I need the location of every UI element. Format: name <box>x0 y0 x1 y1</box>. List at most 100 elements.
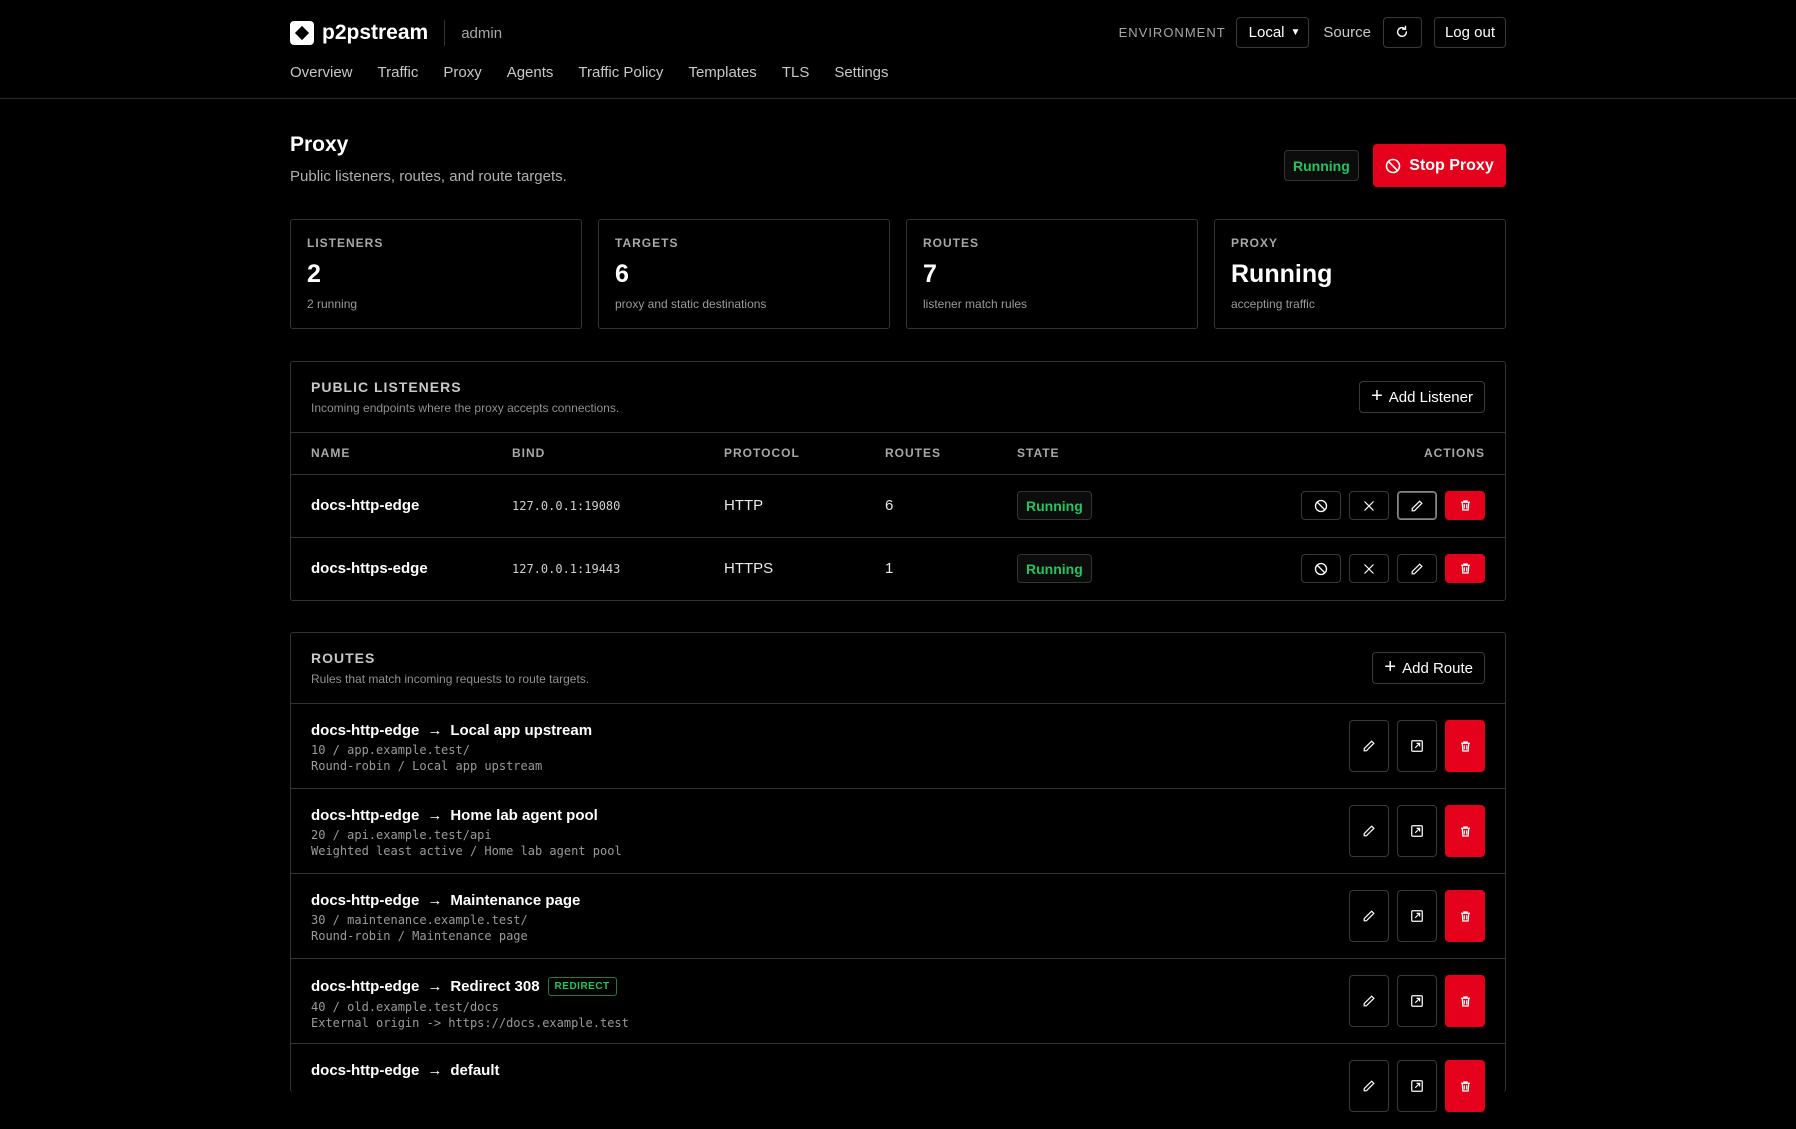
nav-templates[interactable]: Templates <box>688 64 756 81</box>
divider <box>444 20 446 46</box>
nav-agents[interactable]: Agents <box>507 64 554 81</box>
add-route-button[interactable]: + Add Route <box>1372 652 1485 684</box>
delete-listener-button[interactable] <box>1445 554 1485 584</box>
delete-listener-button[interactable] <box>1445 491 1485 520</box>
stat-value: Running <box>1231 260 1333 288</box>
status-badge: Running <box>1017 554 1092 584</box>
listener-routes: 1 <box>885 560 894 578</box>
table-row: docs-http-edge 127.0.0.1:19080 HTTP 6 Ru… <box>291 474 1505 538</box>
nav-traffic-policy[interactable]: Traffic Policy <box>578 64 663 81</box>
nav-settings[interactable]: Settings <box>834 64 888 81</box>
add-listener-label: Add Listener <box>1388 388 1473 406</box>
route-actions <box>1349 975 1485 1027</box>
stop-icon <box>1385 158 1401 173</box>
delete-route-button[interactable] <box>1445 890 1485 942</box>
edit-listener-button[interactable] <box>1397 491 1437 520</box>
edit-route-button[interactable] <box>1349 975 1389 1027</box>
brand-name: p2pstream <box>322 21 429 44</box>
stat-cards: LISTENERS 2 2 running TARGETS 6 proxy an… <box>290 219 1506 329</box>
stop-proxy-button[interactable]: Stop Proxy <box>1373 144 1506 187</box>
route-actions <box>1349 805 1485 857</box>
stop-listener-button[interactable] <box>1349 491 1389 520</box>
open-route-button[interactable] <box>1397 890 1437 942</box>
listener-name: docs-https-edge <box>311 560 428 578</box>
route-match: 10 / app.example.test/ <box>311 743 470 757</box>
pencil-icon <box>1363 825 1375 837</box>
column-header-routes[interactable]: ROUTES <box>885 433 1017 475</box>
stat-sub: proxy and static destinations <box>615 297 767 311</box>
stat-sub: accepting traffic <box>1231 297 1315 311</box>
route-strategy: Round-robin / Local app upstream <box>311 759 543 773</box>
edit-route-button[interactable] <box>1349 1060 1389 1112</box>
edit-route-button[interactable] <box>1349 805 1389 857</box>
logout-button[interactable]: Log out <box>1433 16 1506 48</box>
open-route-button[interactable] <box>1397 975 1437 1027</box>
nav-tls[interactable]: TLS <box>782 64 810 81</box>
route-match: 20 / api.example.test/api <box>311 828 492 842</box>
stop-proxy-label: Stop Proxy <box>1409 156 1494 174</box>
stat-value: 2 <box>307 260 321 288</box>
status-badge: Running <box>1017 491 1092 520</box>
stat-label: TARGETS <box>615 236 679 250</box>
route-title: docs-http-edge → Home lab agent pool <box>311 807 1485 824</box>
delete-route-button[interactable] <box>1445 805 1485 857</box>
stat-card-proxy: PROXY Running accepting traffic <box>1214 219 1506 329</box>
column-header-state[interactable]: STATE <box>1017 433 1217 475</box>
list-item[interactable]: docs-http-edge → Home lab agent pool 20 / … <box>291 789 1505 874</box>
stat-card-targets: TARGETS 6 proxy and static destinations <box>598 219 890 329</box>
add-listener-button[interactable]: + Add Listener <box>1359 381 1485 413</box>
nav-overview[interactable]: Overview <box>290 64 353 81</box>
top-bar: p2pstream admin ENVIRONMENT Local ▼ Sour… <box>0 0 1796 99</box>
listeners-panel: PUBLIC LISTENERS Incoming endpoints wher… <box>290 361 1506 601</box>
edit-route-button[interactable] <box>1349 890 1389 942</box>
refresh-button[interactable] <box>1382 16 1422 48</box>
column-header-name[interactable]: NAME <box>291 433 512 475</box>
disable-listener-button[interactable] <box>1301 554 1341 584</box>
delete-route-button[interactable] <box>1445 720 1485 772</box>
table-row: docs-https-edge 127.0.0.1:19443 HTTPS 1 … <box>291 537 1505 600</box>
column-header-bind[interactable]: BIND <box>512 433 724 475</box>
refresh-icon <box>1397 25 1408 38</box>
route-actions <box>1349 1060 1485 1112</box>
route-type-badge: REDIRECT <box>547 977 617 996</box>
column-header-actions: ACTIONS <box>1217 433 1505 475</box>
nav-traffic[interactable]: Traffic <box>378 64 419 81</box>
delete-route-button[interactable] <box>1445 1060 1485 1112</box>
route-target: default <box>450 1062 500 1079</box>
stat-label: ROUTES <box>923 236 980 250</box>
edit-listener-button[interactable] <box>1397 554 1437 584</box>
list-item[interactable]: docs-http-edge → default <box>291 1044 1505 1129</box>
ban-icon <box>1314 499 1328 512</box>
trash-icon <box>1460 500 1470 511</box>
stat-label: LISTENERS <box>307 236 384 250</box>
list-item[interactable]: docs-http-edge → Local app upstream 10 / a… <box>291 704 1505 789</box>
brand[interactable]: p2pstream admin <box>290 20 502 46</box>
open-route-button[interactable] <box>1397 1060 1437 1112</box>
trash-icon <box>1460 995 1470 1007</box>
environment-select[interactable]: Local ▼ <box>1235 16 1310 48</box>
route-arrow: → <box>427 1062 443 1079</box>
edit-route-button[interactable] <box>1349 720 1389 772</box>
list-item[interactable]: docs-http-edge → Maintenance page 30 / mai… <box>291 874 1505 959</box>
open-route-button[interactable] <box>1397 720 1437 772</box>
external-link-icon <box>1411 995 1423 1007</box>
chevron-down-icon: ▼ <box>1290 26 1301 38</box>
listener-actions <box>1217 537 1505 600</box>
column-header-protocol[interactable]: PROTOCOL <box>724 433 885 475</box>
page-title: Proxy <box>290 133 349 156</box>
route-title: docs-http-edge → Local app upstream <box>311 722 1485 739</box>
route-arrow: → <box>427 892 443 909</box>
route-target: Maintenance page <box>450 892 581 909</box>
list-item[interactable]: docs-http-edge → Redirect 308 REDIRECT 40 … <box>291 959 1505 1044</box>
main-nav: Overview Traffic Proxy Agents Traffic Po… <box>290 64 914 81</box>
trash-icon <box>1460 563 1470 574</box>
route-strategy: Round-robin / Maintenance page <box>311 929 528 943</box>
route-strategy: Weighted least active / Home lab agent p… <box>311 844 622 858</box>
nav-proxy[interactable]: Proxy <box>443 64 481 81</box>
stat-card-routes: ROUTES 7 listener match rules <box>906 219 1198 329</box>
plus-icon: + <box>1371 384 1383 407</box>
delete-route-button[interactable] <box>1445 975 1485 1027</box>
stop-listener-button[interactable] <box>1349 554 1389 584</box>
disable-listener-button[interactable] <box>1301 491 1341 520</box>
open-route-button[interactable] <box>1397 805 1437 857</box>
